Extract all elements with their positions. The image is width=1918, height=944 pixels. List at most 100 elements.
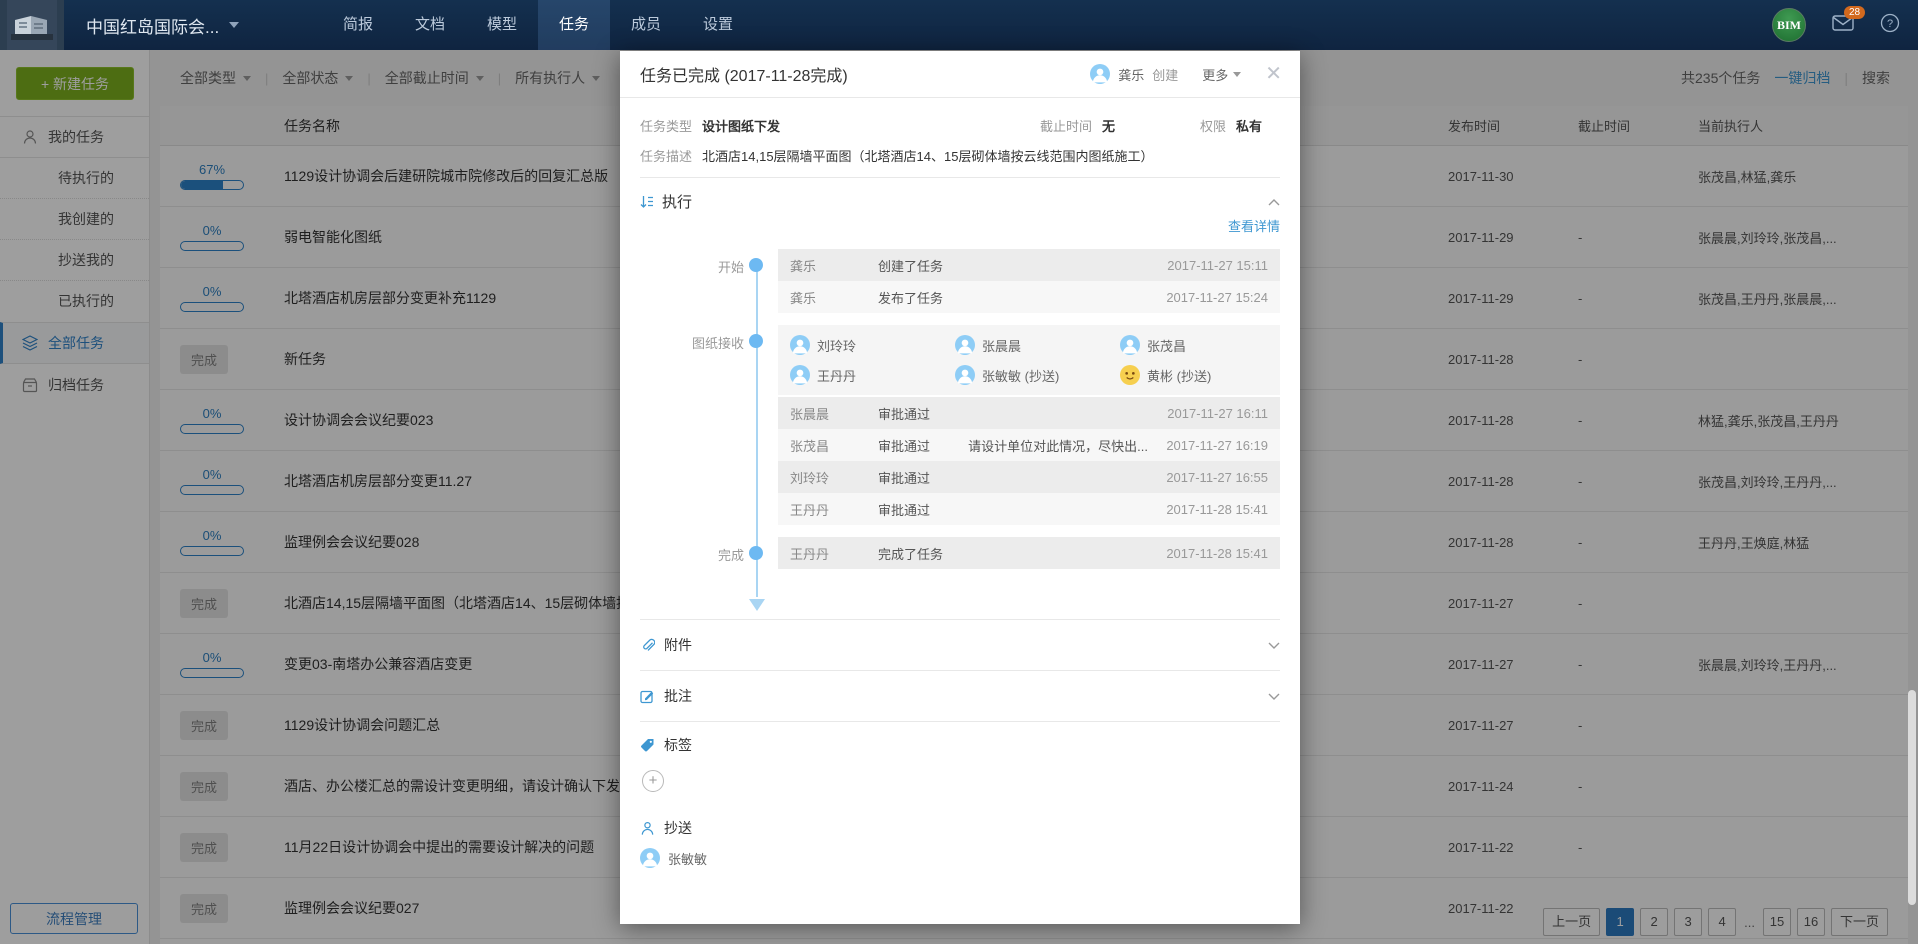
action-time: 2017-11-27 15:24 (1152, 290, 1268, 305)
action-time: 2017-11-28 15:41 (1152, 546, 1268, 561)
actor-name: 刘玲玲 (790, 468, 878, 487)
timeline-row: 张茂昌审批通过请设计单位对此情况，尽快出...2017-11-27 16:19 (778, 429, 1280, 461)
nav-tab-任务[interactable]: 任务 (538, 0, 610, 50)
tags-label: 标签 (664, 735, 692, 755)
execution-timeline: 开始龚乐创建了任务2017-11-27 15:11龚乐发布了任务2017-11-… (640, 245, 1280, 611)
action-time: 2017-11-27 16:55 (1152, 470, 1268, 485)
view-detail-link[interactable]: 查看详情 (1228, 219, 1280, 234)
deadline-value: 无 (1102, 116, 1115, 135)
assignee-name: 王丹丹 (817, 366, 856, 385)
modal-header: 任务已完成 (2017-11-28完成) 龚乐 创建 更多 ✕ (620, 51, 1300, 98)
assignee: 黄彬 (抄送) (1120, 360, 1280, 390)
assignee-grid: 刘玲玲 张晨晨 张茂昌王丹丹 张敏敏 (抄送) 黄彬 (抄送) (778, 325, 1280, 395)
user-avatar[interactable]: BIM (1772, 8, 1806, 42)
desc-label: 任务描述 (640, 146, 692, 165)
execution-section: 执行 查看详情 开始龚乐创建了任务2017-11-27 15:11龚乐发布了任务… (640, 178, 1280, 619)
cc-user: 张敏敏 (640, 848, 1280, 882)
main-nav: 简报文档模型任务成员设置 (322, 0, 754, 50)
action-text: 审批通过 (878, 404, 930, 423)
worker-avatar (955, 365, 975, 385)
nav-tab-模型[interactable]: 模型 (466, 0, 538, 50)
project-name: 中国红岛国际会... (86, 13, 219, 38)
assignee: 刘玲玲 (790, 330, 955, 360)
comments-label: 批注 (664, 686, 692, 706)
cc-user-avatar (640, 848, 660, 868)
tag-icon (640, 738, 655, 753)
assignee-name: 刘玲玲 (817, 336, 856, 355)
timeline-stage: 完成王丹丹完成了任务2017-11-28 15:41 (778, 537, 1280, 569)
actor-name: 张茂昌 (790, 436, 878, 455)
deadline-label: 截止时间 (1040, 116, 1092, 135)
stage-label: 完成 (718, 545, 744, 564)
actor-name: 龚乐 (790, 288, 878, 307)
action-text: 审批通过 (878, 468, 930, 487)
type-label: 任务类型 (640, 116, 692, 135)
actor-name: 王丹丹 (790, 500, 878, 519)
nav-tab-简报[interactable]: 简报 (322, 0, 394, 50)
action-text: 发布了任务 (878, 288, 943, 307)
action-time: 2017-11-28 15:41 (1152, 502, 1268, 517)
creator-avatar (1090, 64, 1110, 84)
navbar-right: BIM 28 ? (1772, 0, 1900, 50)
timeline-row: 龚乐发布了任务 2017-11-27 15:24 (778, 281, 1280, 313)
project-logo[interactable] (0, 0, 64, 50)
building-logo-icon (7, 0, 57, 50)
stage-label: 开始 (718, 257, 744, 276)
creator-name: 龚乐 (1118, 65, 1144, 84)
top-navbar: 中国红岛国际会... 简报文档模型任务成员设置 BIM 28 ? (0, 0, 1918, 50)
window-scrollbar-thumb[interactable] (1908, 690, 1916, 905)
timeline-row: 刘玲玲审批通过 2017-11-27 16:55 (778, 461, 1280, 493)
nav-tab-文档[interactable]: 文档 (394, 0, 466, 50)
cc-person-icon (640, 821, 655, 836)
nav-tab-设置[interactable]: 设置 (682, 0, 754, 50)
assignee-name: 张晨晨 (982, 336, 1021, 355)
nav-tab-成员[interactable]: 成员 (610, 0, 682, 50)
permission-label: 权限 (1200, 116, 1226, 135)
smiley-avatar (1120, 365, 1140, 385)
action-time: 2017-11-27 16:19 (1152, 438, 1268, 453)
messages-button[interactable]: 28 (1832, 15, 1854, 36)
assignee-name: 张茂昌 (1147, 336, 1186, 355)
type-value: 设计图纸下发 (702, 116, 780, 135)
chevron-down-icon (229, 22, 239, 28)
attachments-section[interactable]: 附件 (640, 620, 1280, 670)
worker-avatar (1120, 335, 1140, 355)
assignee-name: 黄彬 (抄送) (1147, 366, 1211, 385)
stage-dot (749, 258, 763, 272)
assignee: 张茂昌 (1120, 330, 1280, 360)
action-comment: 请设计单位对此情况，尽快出... (968, 436, 1148, 455)
worker-avatar (790, 365, 810, 385)
more-button[interactable]: 更多 (1202, 65, 1241, 84)
action-time: 2017-11-27 15:11 (1152, 258, 1268, 273)
assignee-name: 张敏敏 (抄送) (982, 366, 1059, 385)
add-tag-button[interactable]: + (642, 770, 664, 792)
task-info: 任务类型 设计图纸下发 截止时间 无 权限 私有 任务描述 北酒店14,15层隔… (640, 98, 1280, 178)
action-text: 审批通过 (878, 500, 930, 519)
action-text: 创建了任务 (878, 256, 943, 275)
cc-section: 抄送 (640, 808, 1280, 848)
mail-badge: 28 (1844, 6, 1865, 19)
worker-avatar (955, 335, 975, 355)
actor-name: 龚乐 (790, 256, 878, 275)
chevron-down-icon (1233, 72, 1241, 77)
close-icon[interactable]: ✕ (1265, 64, 1282, 84)
svg-text:?: ? (1887, 18, 1893, 30)
annotate-icon (640, 689, 655, 704)
expand-icon[interactable] (1268, 687, 1280, 705)
modal-title: 任务已完成 (2017-11-28完成) (640, 62, 848, 86)
timeline-stage: 开始龚乐创建了任务2017-11-27 15:11龚乐发布了任务2017-11-… (778, 249, 1280, 313)
stage-dot (749, 334, 763, 348)
actor-name: 王丹丹 (790, 544, 878, 563)
comments-section[interactable]: 批注 (640, 671, 1280, 721)
project-selector[interactable]: 中国红岛国际会... (86, 13, 239, 38)
expand-icon[interactable] (1268, 636, 1280, 654)
modal-body: 任务类型 设计图纸下发 截止时间 无 权限 私有 任务描述 北酒店14,15层隔… (620, 98, 1300, 882)
action-text: 完成了任务 (878, 544, 943, 563)
worker-avatar (790, 335, 810, 355)
help-icon: ? (1880, 13, 1900, 33)
desc-value: 北酒店14,15层隔墙平面图（北塔酒店14、15层砌体墙按云线范围内图纸施工） (702, 146, 1153, 165)
cc-label: 抄送 (664, 818, 692, 838)
paperclip-icon (640, 638, 655, 653)
collapse-icon[interactable] (1268, 193, 1280, 211)
help-button[interactable]: ? (1880, 13, 1900, 38)
